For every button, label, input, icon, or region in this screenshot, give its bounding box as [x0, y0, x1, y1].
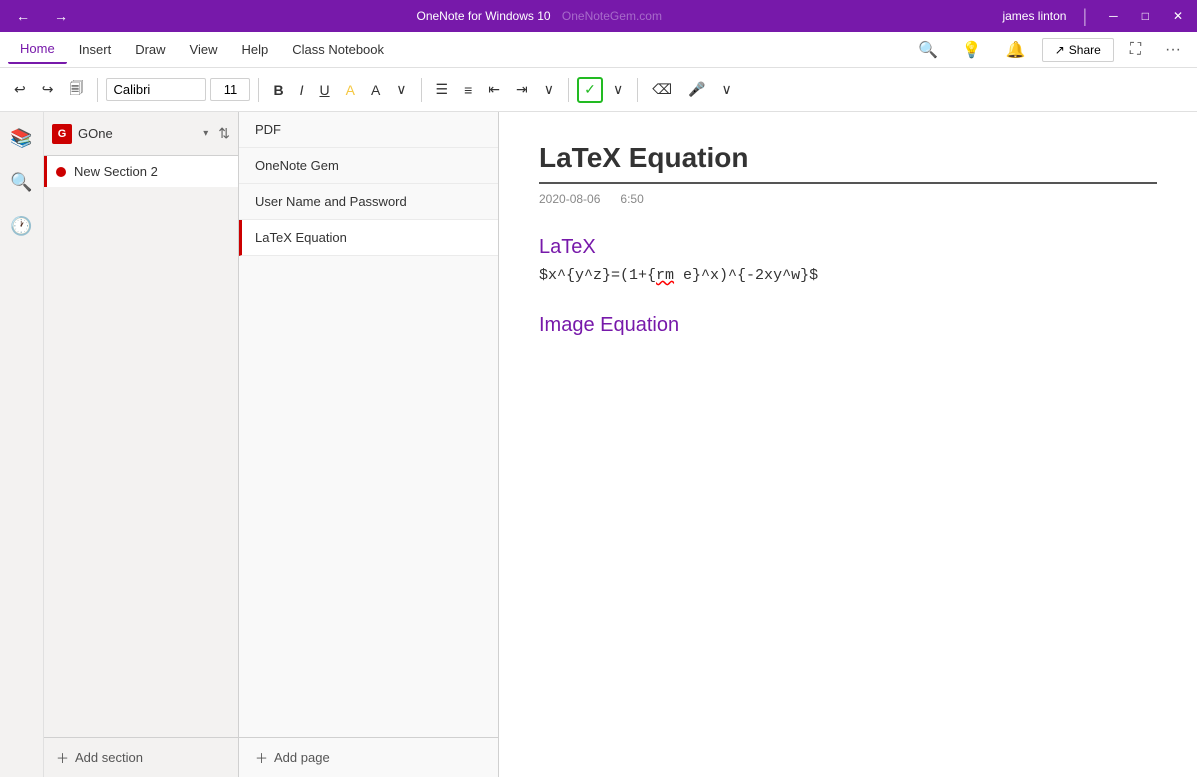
notebook-dropdown-icon[interactable]: ▾ [203, 128, 208, 139]
toolbar-divider-1 [97, 78, 98, 102]
page-item-user-name-password[interactable]: User Name and Password [239, 184, 498, 220]
more-menu-btn[interactable]: ··· [1157, 37, 1189, 63]
forward-button[interactable]: → [46, 4, 76, 28]
page-item-pdf[interactable]: PDF [239, 112, 498, 148]
content-area: LaTeX Equation 2020-08-06 6:50 LaTeX $x^… [499, 112, 1197, 777]
menu-bar-right: 🔍 💡 🔔 ↗ Share ⛶ ··· [910, 36, 1189, 64]
decrease-indent-button[interactable]: ⇤ [482, 77, 506, 102]
minimize-button[interactable]: ─ [1103, 7, 1124, 25]
history-icon-btn[interactable]: 🕐 [4, 208, 40, 244]
menu-class-notebook[interactable]: Class Notebook [280, 36, 396, 63]
toolbar-divider-3 [421, 78, 422, 102]
more-toolbar-button[interactable]: ∨ [715, 77, 737, 102]
close-button[interactable]: ✕ [1167, 7, 1189, 25]
search-icon-btn[interactable]: 🔍 [910, 36, 946, 64]
eraser-button[interactable]: ⌫ [646, 77, 678, 102]
page-meta: 2020-08-06 6:50 [539, 192, 1157, 206]
page-title: LaTeX Equation [539, 142, 1157, 184]
add-section-label: Add section [75, 750, 143, 765]
font-size-input[interactable] [210, 78, 250, 101]
share-label: Share [1069, 43, 1101, 57]
image-equation-heading: Image Equation [539, 314, 1157, 337]
notebook-header: G GOne ▾ ⇅ [44, 112, 238, 156]
title-bar-controls: james linton | ─ □ ✕ [1002, 6, 1189, 27]
watermark: OneNoteGem.com [562, 9, 662, 23]
menu-insert[interactable]: Insert [67, 36, 124, 63]
lightbulb-icon-btn[interactable]: 💡 [954, 36, 990, 64]
notebook-sort-icon[interactable]: ⇅ [218, 125, 230, 142]
menu-home[interactable]: Home [8, 35, 67, 64]
add-page-icon: ＋ [255, 748, 268, 767]
section-dot [56, 167, 66, 177]
num-list-button[interactable]: ≡ [458, 78, 478, 102]
toolbar: ↩ ↪ 🗐 B I U A A ∨ ☰ ≡ ⇤ ⇥ ∨ ✓ ∨ ⌫ 🎤 ∨ [0, 68, 1197, 112]
latex-formula: $x^{y^z}=(1+{rm e}^x)^{-2xy^w}$ [539, 267, 1157, 284]
add-page-label: Add page [274, 750, 330, 765]
share-button[interactable]: ↗ Share [1042, 38, 1114, 62]
underline-button[interactable]: U [313, 78, 335, 102]
checkbox-button[interactable]: ✓ [577, 77, 603, 103]
italic-button[interactable]: I [294, 78, 310, 102]
page-item-onenote-gem[interactable]: OneNote Gem [239, 148, 498, 184]
bold-button[interactable]: B [267, 78, 289, 102]
undo-button[interactable]: ↩ [8, 77, 32, 102]
notebook-icon: G [52, 124, 72, 144]
share-icon: ↗ [1055, 43, 1065, 57]
add-page-button[interactable]: ＋ Add page [239, 737, 498, 777]
add-section-icon: ＋ [56, 748, 69, 767]
toolbar-divider-5 [637, 78, 638, 102]
main-area: 📚 🔍 🕐 G GOne ▾ ⇅ New Section 2 ＋ Add sec… [0, 112, 1197, 777]
fullscreen-icon-btn[interactable]: ⛶ [1122, 37, 1149, 63]
menu-help[interactable]: Help [230, 36, 281, 63]
notebook-name: GOne [78, 126, 197, 141]
menu-view[interactable]: View [178, 36, 230, 63]
more-para-button[interactable]: ∨ [538, 77, 560, 102]
font-name-input[interactable] [106, 78, 206, 101]
font-color-button[interactable]: A [365, 78, 386, 102]
highlight-button[interactable]: A [340, 78, 361, 102]
checkbox-dropdown-button[interactable]: ∨ [607, 77, 629, 102]
bell-icon-btn[interactable]: 🔔 [998, 36, 1034, 64]
user-name: james linton [1002, 9, 1066, 23]
section-panel: G GOne ▾ ⇅ New Section 2 ＋ Add section [44, 112, 239, 777]
maximize-button[interactable]: □ [1136, 7, 1155, 25]
clipboard-button[interactable]: 🗐 [63, 74, 89, 106]
more-format-button[interactable]: ∨ [390, 77, 412, 102]
title-bar-nav: ← → [8, 4, 76, 28]
mic-button[interactable]: 🎤 [682, 77, 711, 102]
page-date: 2020-08-06 [539, 192, 600, 206]
app-title: OneNote for Windows 10 OneNoteGem.com [76, 9, 1002, 23]
toolbar-divider-4 [568, 78, 569, 102]
back-button[interactable]: ← [8, 4, 38, 28]
search-sidebar-icon-btn[interactable]: 🔍 [4, 164, 40, 200]
menu-draw[interactable]: Draw [123, 36, 177, 63]
title-bar: ← → OneNote for Windows 10 OneNoteGem.co… [0, 0, 1197, 32]
page-time: 6:50 [620, 192, 643, 206]
page-item-latex-equation[interactable]: LaTeX Equation [239, 220, 498, 256]
sidebar-icons: 📚 🔍 🕐 [0, 112, 44, 777]
toolbar-divider-2 [258, 78, 259, 102]
increase-indent-button[interactable]: ⇥ [510, 77, 534, 102]
section-item-new-section-2[interactable]: New Section 2 [44, 156, 238, 187]
notebooks-icon-btn[interactable]: 📚 [4, 120, 40, 156]
section-label: New Section 2 [74, 164, 158, 179]
redo-button[interactable]: ↪ [36, 77, 60, 102]
menu-bar: Home Insert Draw View Help Class Noteboo… [0, 32, 1197, 68]
latex-heading: LaTeX [539, 236, 1157, 259]
add-section-button[interactable]: ＋ Add section [44, 737, 238, 777]
pages-panel: PDF OneNote Gem User Name and Password L… [239, 112, 499, 777]
bullet-list-button[interactable]: ☰ [430, 77, 455, 102]
